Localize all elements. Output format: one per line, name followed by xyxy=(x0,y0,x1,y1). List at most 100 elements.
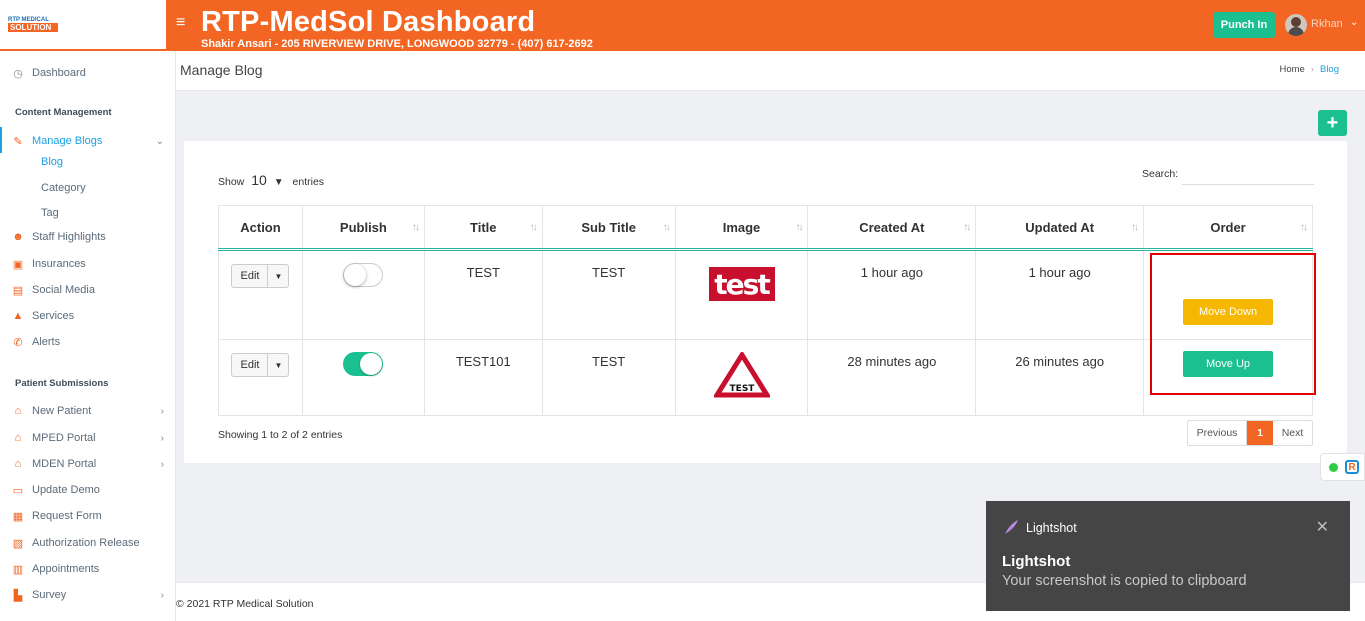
sidebar-item-update-demo[interactable]: ▭ Update Demo xyxy=(0,478,176,502)
side-widget[interactable]: R xyxy=(1320,453,1365,481)
col-title[interactable]: Title ↑↓ xyxy=(423,205,543,251)
sort-icon: ↑↓ xyxy=(1131,222,1139,233)
search-input[interactable] xyxy=(1182,165,1314,185)
blog-thumbnail: test xyxy=(708,267,775,301)
lightshot-notification[interactable]: Lightshot ✕ Lightshot Your screenshot is… xyxy=(986,501,1350,611)
logo-area: RTP MEDICAL SOLUTION xyxy=(0,0,175,51)
cell-subtitle: TEST xyxy=(592,265,626,280)
calendar-icon: ▥ xyxy=(12,563,24,576)
add-blog-button[interactable]: + xyxy=(1318,110,1347,136)
edit-button-group[interactable]: Edit ▼ xyxy=(231,264,290,288)
next-page-button[interactable]: Next xyxy=(1273,421,1312,445)
chevron-down-icon[interactable]: ▼ xyxy=(274,177,284,188)
toast-title: Lightshot xyxy=(1002,553,1071,570)
page-header: Manage Blog Home › Blog xyxy=(176,51,1365,91)
blog-icon: ✎ xyxy=(13,135,23,148)
caret-down-icon[interactable]: ▼ xyxy=(268,354,288,376)
entries-control: Show 10 ▼ entries xyxy=(218,172,325,188)
social-media-icon: ▤ xyxy=(12,284,24,297)
chevron-right-icon: › xyxy=(160,432,164,444)
toast-message: Your screenshot is copied to clipboard xyxy=(1002,573,1247,589)
chart-icon: ▙ xyxy=(13,589,23,602)
sidebar-item-mden-portal[interactable]: ⌂ MDEN Portal › xyxy=(0,452,176,476)
sidebar-sub-blog[interactable]: Blog xyxy=(41,156,63,168)
staff-icon: ☻ xyxy=(12,231,24,243)
blog-thumbnail: TEST xyxy=(713,352,770,398)
cell-updated-at: 26 minutes ago xyxy=(1015,354,1105,369)
clipboard-icon: ▧ xyxy=(12,537,24,550)
publish-toggle[interactable] xyxy=(343,352,384,376)
user-name[interactable]: Rkhan xyxy=(1311,18,1343,30)
blog-table: Action Publish ↑↓ Title ↑↓ Sub Title ↑↓ Ima… xyxy=(218,205,1313,416)
avatar[interactable] xyxy=(1285,14,1307,36)
entries-select[interactable]: 10 xyxy=(251,172,267,188)
cell-created-at: 1 hour ago xyxy=(860,265,923,280)
dashboard-icon: ◷ xyxy=(13,67,23,80)
page-1-button[interactable]: 1 xyxy=(1247,421,1273,445)
sidebar: RTP MEDICAL SOLUTION ◷ Dashboard Content… xyxy=(0,0,176,621)
sidebar-item-new-patient[interactable]: ⌂ New Patient › xyxy=(0,399,176,423)
sort-icon: ↑↓ xyxy=(795,222,803,233)
chevron-down-icon[interactable]: ⌄ xyxy=(1350,17,1358,28)
cell-title: TEST xyxy=(466,265,500,280)
col-publish[interactable]: Publish ↑↓ xyxy=(301,205,425,251)
insurance-icon: ▣ xyxy=(12,258,24,271)
home-icon: ⌂ xyxy=(14,458,22,470)
col-order[interactable]: Order ↑↓ xyxy=(1143,205,1313,251)
copyright-text: © 2021 RTP Medical Solution xyxy=(176,598,314,610)
cell-subtitle: TEST xyxy=(592,354,626,369)
table-info: Showing 1 to 2 of 2 entries xyxy=(218,429,343,441)
col-image[interactable]: Image ↑↓ xyxy=(674,205,809,251)
cell-created-at: 28 minutes ago xyxy=(847,354,937,369)
home-icon: ⌂ xyxy=(14,432,22,444)
publish-toggle[interactable] xyxy=(343,263,384,287)
sidebar-item-dashboard[interactable]: ◷ Dashboard xyxy=(0,61,176,85)
edit-button[interactable]: Edit xyxy=(232,265,269,287)
sidebar-item-authorization-release[interactable]: ▧ Authorization Release xyxy=(0,531,176,555)
table-row: Edit ▼ TEST101 TEST TEST 28 minutes ago … xyxy=(218,339,1313,416)
sidebar-item-services[interactable]: ▲ Services xyxy=(0,304,176,328)
sidebar-item-insurances[interactable]: ▣ Insurances xyxy=(0,252,176,276)
col-action[interactable]: Action xyxy=(218,205,303,251)
phone-icon: ✆ xyxy=(13,336,23,349)
search-label: Search: xyxy=(1142,168,1179,180)
sidebar-item-manage-blogs[interactable]: ✎ Manage Blogs ⌄ xyxy=(0,129,176,153)
col-created-at[interactable]: Created At ↑↓ xyxy=(807,205,977,251)
thumbnail-label: TEST xyxy=(729,384,755,394)
section-content-management: Content Management xyxy=(15,107,112,118)
sidebar-item-survey[interactable]: ▙ Survey › xyxy=(0,583,176,607)
sidebar-sub-category[interactable]: Category xyxy=(41,182,86,194)
sidebar-item-alerts[interactable]: ✆ Alerts xyxy=(0,330,176,354)
sort-icon: ↑↓ xyxy=(411,222,420,233)
status-dot-icon xyxy=(1329,463,1338,472)
sidebar-item-request-form[interactable]: ▦ Request Form xyxy=(0,504,176,528)
punch-in-button[interactable]: Punch In xyxy=(1213,12,1275,38)
sidebar-item-appointments[interactable]: ▥ Appointments xyxy=(0,557,176,581)
page-title: Manage Blog xyxy=(180,62,263,78)
app-subtitle: Shakir Ansari - 205 RIVERVIEW DRIVE, LON… xyxy=(201,38,593,50)
edit-button-group[interactable]: Edit ▼ xyxy=(231,353,290,377)
sort-icon: ↑↓ xyxy=(963,222,971,233)
toast-app-name: Lightshot xyxy=(1026,521,1077,535)
edit-button[interactable]: Edit xyxy=(232,354,269,376)
sidebar-item-social-media[interactable]: ▤ Social Media xyxy=(0,278,176,302)
menu-icon[interactable]: ≡ xyxy=(176,14,185,32)
breadcrumb-separator-icon: › xyxy=(1310,64,1314,75)
brand-logo[interactable]: RTP MEDICAL SOLUTION xyxy=(8,17,58,33)
section-patient-submissions: Patient Submissions xyxy=(15,378,109,389)
sidebar-item-mped-portal[interactable]: ⌂ MPED Portal › xyxy=(0,426,176,450)
previous-page-button[interactable]: Previous xyxy=(1188,421,1247,445)
close-icon[interactable]: ✕ xyxy=(1316,517,1329,537)
sidebar-sub-tag[interactable]: Tag xyxy=(41,207,59,219)
feather-icon xyxy=(1005,520,1018,534)
col-updated-at[interactable]: Updated At ↑↓ xyxy=(975,205,1145,251)
sort-icon: ↑↓ xyxy=(529,222,538,233)
col-subtitle[interactable]: Sub Title ↑↓ xyxy=(541,205,676,251)
r-logo-icon: R xyxy=(1345,460,1359,474)
id-card-icon: ▭ xyxy=(12,484,24,497)
breadcrumb-home[interactable]: Home xyxy=(1279,64,1304,75)
sidebar-item-staff-highlights[interactable]: ☻ Staff Highlights xyxy=(0,225,176,249)
caret-down-icon[interactable]: ▼ xyxy=(268,265,288,287)
services-icon: ▲ xyxy=(12,310,24,322)
home-icon: ⌂ xyxy=(14,405,22,417)
